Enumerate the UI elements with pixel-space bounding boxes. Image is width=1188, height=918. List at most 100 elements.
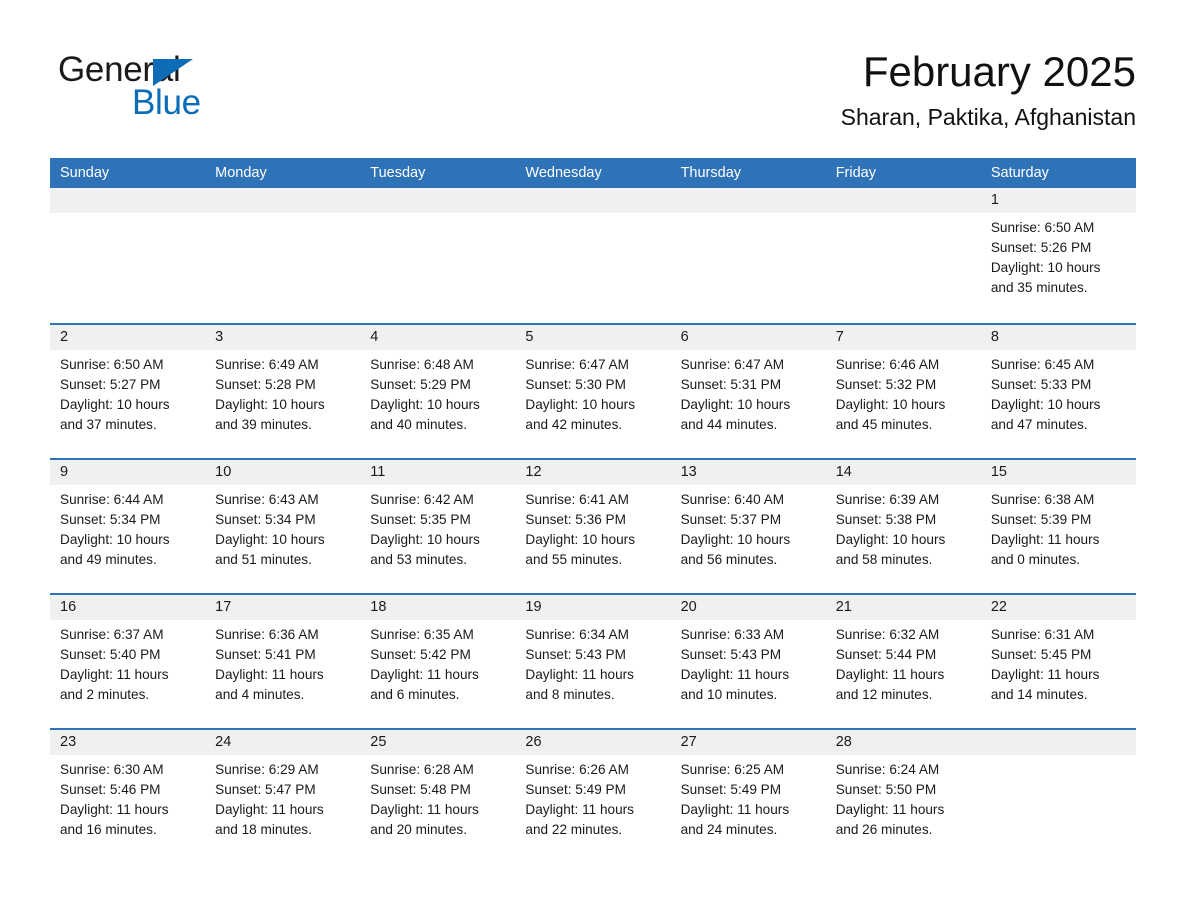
day-cell-9[interactable]: 9 Sunrise: 6:44 AM Sunset: 5:34 PM Daylight…	[50, 460, 206, 593]
calendar-week-row: 23 Sunrise: 6:30 AM Sunset: 5:46 PM Dayligh…	[50, 728, 1136, 863]
day-number: 24	[205, 730, 361, 755]
day-cell-20[interactable]: 20 Sunrise: 6:33 AM Sunset: 5:43 PM Dayligh…	[670, 595, 826, 728]
day-number: 16	[50, 595, 206, 620]
day-cell-21[interactable]: 21 Sunrise: 6:32 AM Sunset: 5:44 PM Dayligh…	[825, 595, 981, 728]
day-detail-line: Daylight: 10 hours	[215, 532, 325, 547]
day-detail-line: Sunset: 5:35 PM	[370, 512, 471, 527]
day-cell-5[interactable]: 5 Sunrise: 6:47 AM Sunset: 5:30 PM Daylight…	[515, 325, 671, 458]
calendar-week-row: 2 Sunrise: 6:50 AM Sunset: 5:27 PM Daylight…	[50, 323, 1136, 458]
day-cell-27[interactable]: 27 Sunrise: 6:25 AM Sunset: 5:49 PM Dayligh…	[670, 730, 826, 863]
day-number: 1	[980, 188, 1136, 213]
day-cell-11[interactable]: 11 Sunrise: 6:42 AM Sunset: 5:35 PM Dayligh…	[360, 460, 516, 593]
day-details: Sunrise: 6:45 AM Sunset: 5:33 PM Daylight:…	[981, 350, 1136, 435]
day-cell-2[interactable]: 2 Sunrise: 6:50 AM Sunset: 5:27 PM Daylight…	[50, 325, 206, 458]
day-cell-empty	[205, 188, 361, 323]
day-detail-line: Sunset: 5:46 PM	[60, 782, 161, 797]
day-details: Sunrise: 6:38 AM Sunset: 5:39 PM Daylight:…	[981, 485, 1136, 570]
day-detail-line: Sunset: 5:33 PM	[990, 377, 1092, 392]
day-cell-25[interactable]: 25 Sunrise: 6:28 AM Sunset: 5:48 PM Dayligh…	[360, 730, 516, 863]
day-detail-line: Sunrise: 6:37 AM	[60, 627, 164, 642]
day-cell-8[interactable]: 8 Sunrise: 6:45 AM Sunset: 5:33 PM Daylight…	[980, 325, 1136, 458]
day-detail-line: Daylight: 11 hours	[60, 802, 169, 817]
day-detail-line: Daylight: 10 hours	[835, 397, 946, 412]
day-detail-line: Sunset: 5:31 PM	[680, 377, 782, 392]
day-detail-line: and 10 minutes.	[680, 687, 778, 702]
day-details: Sunrise: 6:49 AM Sunset: 5:28 PM Daylight:…	[205, 350, 360, 435]
day-detail-line: and 40 minutes.	[370, 417, 468, 432]
day-details: Sunrise: 6:28 AM Sunset: 5:48 PM Daylight:…	[360, 755, 515, 840]
day-cell-23[interactable]: 23 Sunrise: 6:30 AM Sunset: 5:46 PM Dayligh…	[50, 730, 206, 863]
day-detail-line: Sunrise: 6:33 AM	[680, 627, 785, 642]
day-cell-26[interactable]: 26 Sunrise: 6:26 AM Sunset: 5:49 PM Dayligh…	[515, 730, 671, 863]
day-detail-line: Sunset: 5:47 PM	[215, 782, 316, 797]
day-detail-line: and 53 minutes.	[370, 552, 468, 567]
day-detail-line: and 2 minutes.	[60, 687, 150, 702]
day-detail-line: Daylight: 10 hours	[60, 532, 170, 547]
day-detail-line: and 51 minutes.	[215, 552, 312, 567]
day-detail-line: and 8 minutes.	[525, 687, 615, 702]
day-cell-1[interactable]: 1 Sunrise: 6:50 AM Sunset: 5:26 PM Daylight…	[980, 188, 1136, 323]
day-detail-line: Daylight: 10 hours	[990, 397, 1101, 412]
day-detail-line: Daylight: 11 hours	[835, 667, 945, 682]
day-detail-line: Sunrise: 6:49 AM	[215, 357, 319, 372]
day-cell-4[interactable]: 4 Sunrise: 6:48 AM Sunset: 5:29 PM Daylight…	[360, 325, 516, 458]
day-cell-empty	[360, 188, 516, 323]
day-cell-3[interactable]: 3 Sunrise: 6:49 AM Sunset: 5:28 PM Daylight…	[205, 325, 361, 458]
day-cell-15[interactable]: 15 Sunrise: 6:38 AM Sunset: 5:39 PM Dayligh…	[980, 460, 1136, 593]
day-cell-13[interactable]: 13 Sunrise: 6:40 AM Sunset: 5:37 PM Dayligh…	[670, 460, 826, 593]
day-number: 14	[825, 460, 981, 485]
day-number	[825, 188, 981, 213]
day-number: 8	[980, 325, 1136, 350]
weekday-header-friday: Friday	[835, 165, 876, 181]
day-details: Sunrise: 6:50 AM Sunset: 5:26 PM Daylight:…	[981, 213, 1136, 298]
brand-logo[interactable]: General Blue	[58, 52, 358, 124]
day-detail-line: Daylight: 11 hours	[990, 667, 1100, 682]
day-cell-28[interactable]: 28 Sunrise: 6:24 AM Sunset: 5:50 PM Dayligh…	[825, 730, 981, 863]
weekday-header-tuesday: Tuesday	[370, 165, 426, 181]
day-detail-line: Sunrise: 6:38 AM	[990, 492, 1095, 507]
day-detail-line: Sunset: 5:40 PM	[60, 647, 161, 662]
day-detail-line: and 6 minutes.	[370, 687, 460, 702]
day-number: 3	[205, 325, 361, 350]
day-details: Sunrise: 6:40 AM Sunset: 5:37 PM Daylight:…	[671, 485, 826, 570]
day-cell-10[interactable]: 10 Sunrise: 6:43 AM Sunset: 5:34 PM Dayligh…	[205, 460, 361, 593]
day-detail-line: Sunset: 5:28 PM	[215, 377, 316, 392]
day-details: Sunrise: 6:48 AM Sunset: 5:29 PM Daylight:…	[360, 350, 515, 435]
day-number: 15	[980, 460, 1136, 485]
day-details: Sunrise: 6:37 AM Sunset: 5:40 PM Daylight:…	[50, 620, 205, 705]
day-cell-7[interactable]: 7 Sunrise: 6:46 AM Sunset: 5:32 PM Daylight…	[825, 325, 981, 458]
day-detail-line: and 56 minutes.	[680, 552, 778, 567]
day-cell-19[interactable]: 19 Sunrise: 6:34 AM Sunset: 5:43 PM Dayligh…	[515, 595, 671, 728]
day-details: Sunrise: 6:24 AM Sunset: 5:50 PM Daylight:…	[826, 755, 981, 840]
day-cell-17[interactable]: 17 Sunrise: 6:36 AM Sunset: 5:41 PM Dayligh…	[205, 595, 361, 728]
day-cell-12[interactable]: 12 Sunrise: 6:41 AM Sunset: 5:36 PM Dayligh…	[515, 460, 671, 593]
day-number: 10	[205, 460, 361, 485]
day-details: Sunrise: 6:41 AM Sunset: 5:36 PM Daylight:…	[515, 485, 670, 570]
calendar-week-row: 1 Sunrise: 6:50 AM Sunset: 5:26 PM Daylight…	[50, 188, 1136, 323]
day-cell-empty	[825, 188, 981, 323]
day-cell-14[interactable]: 14 Sunrise: 6:39 AM Sunset: 5:38 PM Dayligh…	[825, 460, 981, 593]
day-details	[50, 213, 205, 218]
day-detail-line: Daylight: 11 hours	[215, 802, 324, 817]
day-cell-6[interactable]: 6 Sunrise: 6:47 AM Sunset: 5:31 PM Daylight…	[670, 325, 826, 458]
day-cell-22[interactable]: 22 Sunrise: 6:31 AM Sunset: 5:45 PM Dayligh…	[980, 595, 1136, 728]
day-detail-line: Sunset: 5:50 PM	[835, 782, 937, 797]
day-detail-line: Sunrise: 6:25 AM	[680, 762, 785, 777]
day-cell-18[interactable]: 18 Sunrise: 6:35 AM Sunset: 5:42 PM Dayligh…	[360, 595, 516, 728]
day-cell-24[interactable]: 24 Sunrise: 6:29 AM Sunset: 5:47 PM Dayligh…	[205, 730, 361, 863]
day-detail-line: Daylight: 10 hours	[835, 532, 946, 547]
page-title: February 2025	[862, 48, 1136, 95]
weekday-header-saturday: Saturday	[990, 165, 1049, 181]
calendar-page: General Blue February 2025 Sharan, Pakti…	[0, 0, 1188, 918]
day-detail-line: and 35 minutes.	[990, 280, 1088, 295]
day-detail-line: Sunset: 5:30 PM	[525, 377, 626, 392]
weekday-header-sunday: Sunday	[60, 165, 110, 181]
day-detail-line: and 58 minutes.	[835, 552, 933, 567]
day-number: 22	[980, 595, 1136, 620]
day-detail-line: and 18 minutes.	[215, 822, 312, 837]
day-details	[205, 213, 360, 218]
day-detail-line: Daylight: 10 hours	[680, 532, 791, 547]
day-cell-16[interactable]: 16 Sunrise: 6:37 AM Sunset: 5:40 PM Dayligh…	[50, 595, 206, 728]
day-detail-line: Sunset: 5:43 PM	[525, 647, 626, 662]
day-number: 28	[825, 730, 981, 755]
